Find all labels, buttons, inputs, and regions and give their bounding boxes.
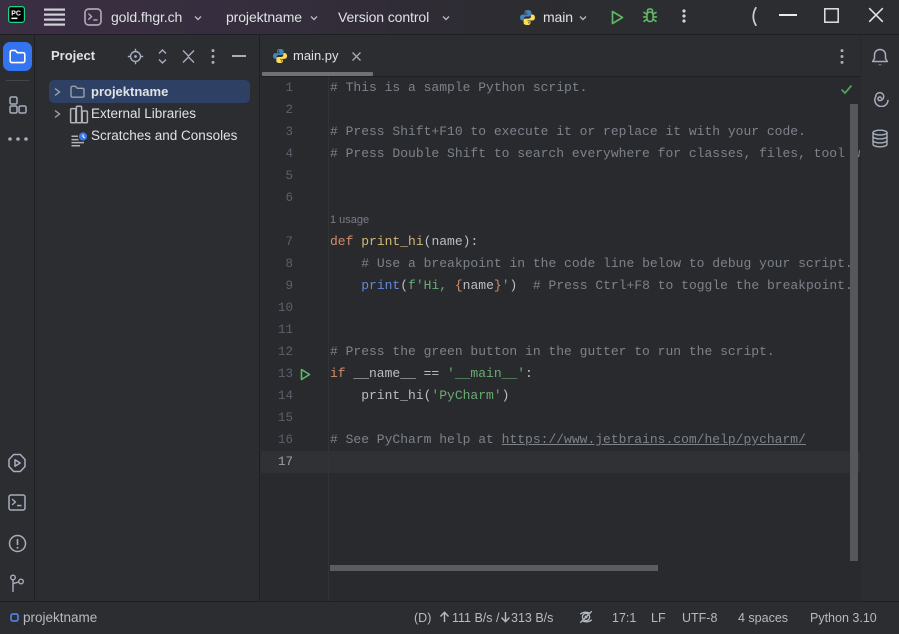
svg-text:PC: PC <box>11 11 21 18</box>
